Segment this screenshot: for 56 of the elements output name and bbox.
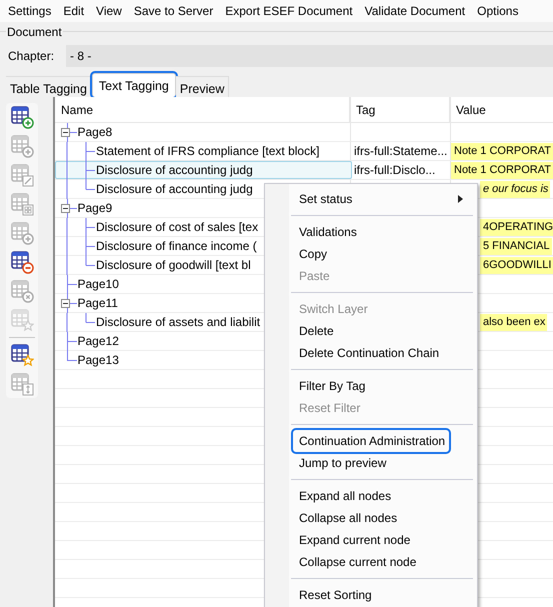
node-label[interactable]: Disclosure of accounting judg bbox=[95, 180, 253, 198]
menu-item[interactable]: View bbox=[92, 2, 126, 20]
page-node-label[interactable]: Page9 bbox=[76, 199, 112, 217]
table-cell: Note 1 CORPORAT bbox=[451, 162, 553, 178]
menu-item[interactable]: Collapse all nodes bbox=[293, 507, 441, 529]
menu-item[interactable]: Validations bbox=[293, 221, 441, 243]
table-star-icon[interactable] bbox=[10, 343, 34, 367]
menu-item[interactable]: Expand current node bbox=[293, 529, 441, 551]
table-cell: 6GOODWILLI bbox=[480, 256, 553, 274]
collapse-icon[interactable] bbox=[61, 299, 70, 308]
menu-item[interactable]: Collapse current node bbox=[293, 551, 441, 573]
menu-item[interactable]: Expand all nodes bbox=[293, 485, 441, 507]
column-header[interactable]: Value bbox=[450, 97, 553, 122]
column-header[interactable]: Name bbox=[55, 97, 350, 122]
menu-item[interactable]: Settings bbox=[4, 2, 56, 20]
tab[interactable]: Text Tagging bbox=[92, 73, 176, 97]
table-cell: e our focus is bbox=[480, 180, 550, 198]
menu-item[interactable]: Reset Sorting bbox=[293, 584, 441, 606]
table-add-icon[interactable] bbox=[10, 105, 34, 129]
menu-item[interactable]: Validate Document bbox=[360, 2, 470, 20]
table-cell: also been ex bbox=[480, 314, 548, 330]
table-cell: Note 1 CORPORAT bbox=[451, 142, 553, 160]
table-remove-icon[interactable] bbox=[10, 250, 34, 274]
node-label[interactable]: Disclosure of accounting judg bbox=[95, 161, 253, 179]
column-header[interactable]: Tag bbox=[350, 97, 450, 122]
node-label[interactable]: Disclosure of cost of sales [tex bbox=[95, 218, 258, 236]
page-node-label[interactable]: Page8 bbox=[76, 123, 112, 141]
menu-item[interactable]: Save to Server bbox=[130, 2, 218, 20]
page-node-label[interactable]: Page12 bbox=[76, 332, 119, 350]
node-label[interactable]: Statement of IFRS compliance [text block] bbox=[95, 142, 320, 160]
table-cell-text: ifrs-full:Disclo... bbox=[354, 162, 436, 179]
table-cell-text: ifrs-full:Stateme... bbox=[354, 143, 448, 160]
menu-item[interactable]: Filter By Tag bbox=[293, 375, 441, 397]
tab[interactable]: Preview bbox=[176, 76, 230, 97]
menu-item[interactable]: Options bbox=[473, 2, 522, 20]
menu-item[interactable]: Jump to preview bbox=[293, 452, 441, 474]
menu-item[interactable]: Delete bbox=[293, 320, 441, 342]
node-label[interactable]: Disclosure of finance income ( bbox=[95, 237, 257, 255]
page-node-label[interactable]: Page11 bbox=[76, 294, 118, 312]
menu-item[interactable]: Delete Continuation Chain bbox=[293, 342, 441, 364]
table-cell: 4OPERATING bbox=[480, 218, 553, 236]
node-label[interactable]: Disclosure of goodwill [text bl bbox=[95, 256, 251, 274]
page-node-label[interactable]: Page10 bbox=[76, 275, 119, 293]
menu-item[interactable]: Copy bbox=[293, 243, 441, 265]
collapse-icon[interactable] bbox=[61, 204, 70, 213]
tab[interactable]: Table Tagging bbox=[6, 76, 92, 97]
chapter-label: Chapter: bbox=[8, 48, 56, 65]
chapter-field[interactable]: - 8 - bbox=[66, 45, 553, 67]
menu-item[interactable]: Edit bbox=[59, 2, 88, 20]
menu-item[interactable]: Set status bbox=[293, 188, 356, 210]
table-cell: 5 FINANCIAL bbox=[480, 238, 552, 254]
node-label[interactable]: Disclosure of assets and liabilit bbox=[95, 313, 260, 331]
page-node-label[interactable]: Page13 bbox=[76, 351, 119, 369]
menu-item[interactable]: Continuation Administration bbox=[293, 430, 450, 452]
collapse-icon[interactable] bbox=[61, 128, 70, 137]
menu-item[interactable]: Export ESEF Document bbox=[221, 2, 357, 20]
